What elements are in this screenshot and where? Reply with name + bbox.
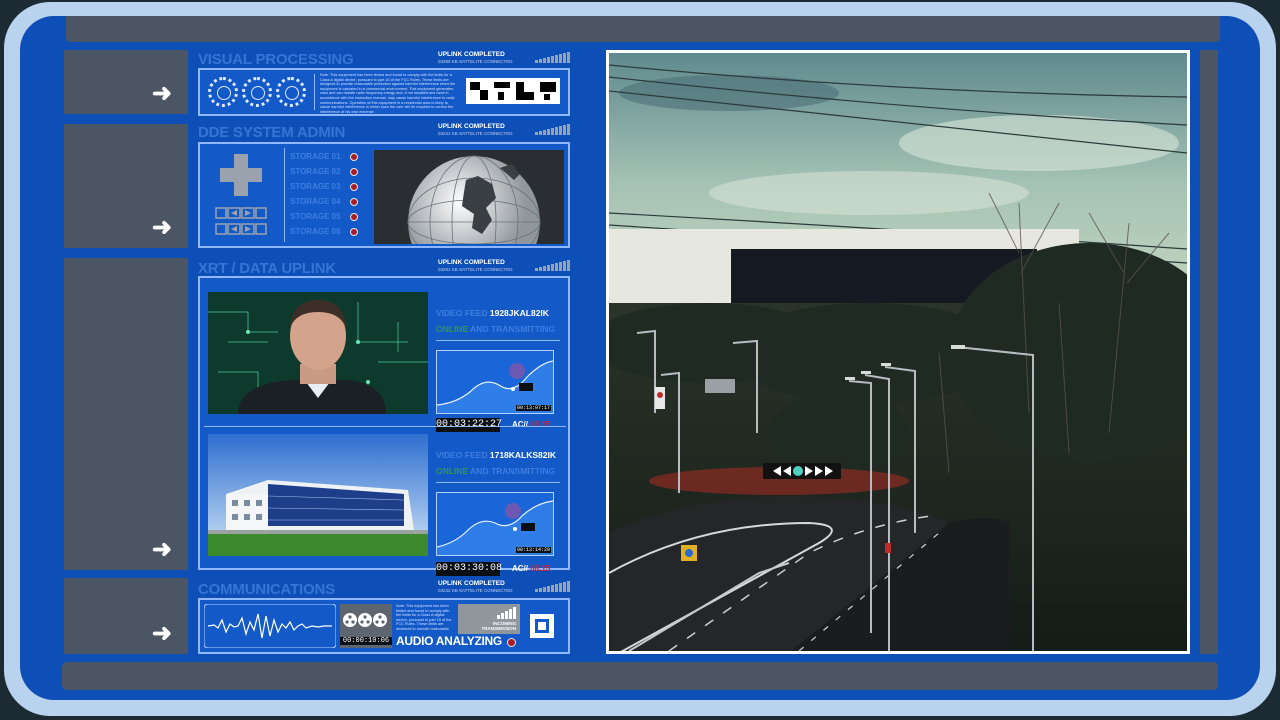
graph-timecode: 00:13:07:17 [515,405,551,411]
feed-status: ONLINE AND TRANSMITTING [436,324,556,334]
comms-timecode: 00:00:10:06 [340,637,392,645]
pixel-block-graphic [466,78,560,104]
uplink-sub: 03242 KB SATTELITE CONNECTED [438,588,513,593]
feed-status: ONLINE AND TRANSMITTING [436,466,556,476]
dpad-icon[interactable] [208,150,278,242]
storage-row[interactable]: STORAGE 03 [290,182,358,191]
video-feed-label: VIDEO FEED 1718KALKS82IK [436,450,556,460]
spinner-icon [208,77,238,107]
tab-dde-system-admin[interactable]: ➜ [64,124,188,248]
incoming-transmission-indicator: INCOMING TRANSMISSION [458,604,520,634]
dde-system-box: STORAGE 01 STORAGE 02 STORAGE 03 STORAGE… [198,142,570,248]
status-led-icon [350,197,358,206]
surveillance-camera-feed[interactable] [606,50,1190,654]
status-led-icon [350,152,358,161]
top-status-bar [66,16,1220,42]
uplink-label: UPLINK COMPLETED [438,259,505,266]
arrow-right-icon: ➜ [151,536,172,563]
bottom-status-bar [62,662,1218,690]
uplink-status: UPLINK COMPLETED 03241 KB SATTELITE CONN… [438,123,570,137]
uplink-sub: 03390 KB SATTELITE CONNECTED [438,59,513,64]
panel-title-visual-processing: VISUAL PROCESSING [198,51,354,68]
status-led-icon [350,212,358,221]
status-led-icon [350,182,358,191]
uplink-status: UPLINK COMPLETED 03390 KB SATTELITE CONN… [438,51,570,65]
status-led-icon [350,227,358,236]
compliance-note: Note: This equipment has been tested and… [320,73,456,113]
film-reel-icon [343,613,387,627]
uplink-label: UPLINK COMPLETED [438,51,505,58]
signal-bars-icon [535,124,570,135]
audio-analyzing-label: AUDIO ANALYZING [396,634,502,648]
uplink-label: UPLINK COMPLETED [438,580,505,587]
graph-timecode: 00:13:14:29 [515,547,551,553]
video-feed-thumbnail[interactable] [208,434,428,556]
spinner-icon [276,77,306,107]
uplink-sub: 03291 KB SATTELITE CONNECTED [438,267,513,272]
storage-row[interactable]: STORAGE 06 [290,227,358,236]
status-led-icon [507,638,516,647]
status-led-icon [350,167,358,176]
globe-icon [374,150,564,244]
xrt-data-box: VIDEO FEED 1928JKAL82IK ONLINE AND TRANS… [198,276,570,576]
signal-graph: 00:13:14:29 [436,492,554,556]
timecode: 00:03:22:27 [436,418,503,432]
arrow-right-icon: ➜ [151,214,172,241]
arrow-right-icon: ➜ [151,620,172,647]
arrow-right-icon: ➜ [151,80,172,107]
video-feed-label: VIDEO FEED 1928JKAL82IK [436,308,549,318]
uplink-label: UPLINK COMPLETED [438,123,505,130]
visual-processing-box: Note: This equipment has been tested and… [198,68,570,116]
audio-waveform [204,604,336,648]
panel-title-xrt-data-uplink: XRT / DATA UPLINK [198,260,336,277]
signal-graph: 00:13:07:17 [436,350,554,414]
spinner-icon [242,77,272,107]
uplink-status: UPLINK COMPLETED 03291 KB SATTELITE CONN… [438,259,570,273]
storage-row[interactable]: STORAGE 04 [290,197,358,206]
signal-bars-icon [535,581,570,592]
signal-bars-icon [497,607,516,619]
panel-title-communications: COMMUNICATIONS [198,581,335,598]
panel-title-dde-system-admin: DDE SYSTEM ADMIN [198,124,346,141]
divider [284,148,285,242]
storage-row[interactable]: STORAGE 05 [290,212,358,221]
storage-row[interactable]: STORAGE 02 [290,167,358,176]
timecode: 00:03:30:08 [436,562,503,576]
stop-button[interactable] [530,614,554,638]
ac-readout: AC// 88.15 [512,420,551,429]
film-reel-panel: 00:00:10:06 [340,604,392,648]
hud-screen: ➜ ➜ ➜ ➜ VISUAL PROCESSING UPLINK COMPLET… [20,16,1260,700]
right-scroll-bar[interactable] [1200,50,1218,654]
communications-box: 00:00:10:06 Note: This equipment has bee… [198,598,570,654]
tab-xrt-data-uplink[interactable]: ➜ [64,258,188,570]
roadway-scene-image [609,53,1187,651]
tab-communications[interactable]: ➜ [64,578,188,654]
signal-bars-icon [535,52,570,63]
storage-row[interactable]: STORAGE 01 [290,152,358,161]
uplink-status: UPLINK COMPLETED 03242 KB SATTELITE CONN… [438,580,570,594]
video-feed-thumbnail[interactable] [208,292,428,414]
divider [314,74,315,110]
ac-readout: AC// 88.15 [512,564,551,573]
tab-visual-processing[interactable]: ➜ [64,50,188,114]
comms-note: Note: This equipment has been tested and… [396,604,452,630]
signal-bars-icon [535,260,570,271]
uplink-sub: 03241 KB SATTELITE CONNECTED [438,131,513,136]
